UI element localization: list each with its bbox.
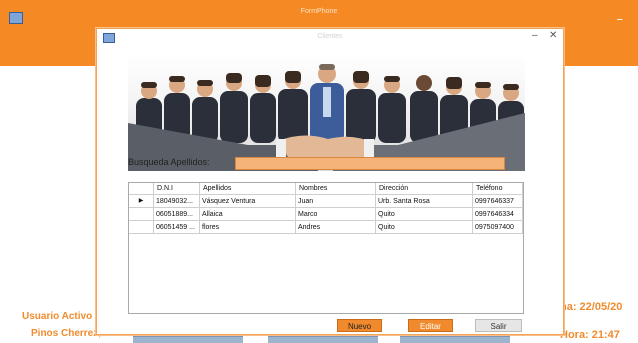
clientes-dialog: Clientes – ✕ Busqueda Apellidos: D.N.I A… (96, 28, 564, 335)
cell-telefono[interactable]: 0997646337 (473, 195, 523, 208)
column-header-nombres[interactable]: Nombres (296, 183, 376, 195)
dialog-title: Clientes (317, 33, 343, 40)
nuevo-button[interactable]: Nuevo (337, 319, 382, 332)
cell-apellidos[interactable]: Allaica (200, 208, 296, 221)
column-header-telefono[interactable]: Teléfono (473, 183, 523, 195)
banner-image (128, 53, 525, 171)
main-window-title: FormPhone (300, 8, 338, 15)
cell-telefono[interactable]: 0975097400 (473, 221, 523, 234)
row-selector-arrow-icon[interactable]: ▶ (129, 195, 154, 208)
search-label: Busqueda Apellidos: (128, 157, 210, 167)
cell-apellidos[interactable]: Vásquez Ventura (200, 195, 296, 208)
cell-dni[interactable]: 18049032... (154, 195, 200, 208)
row-header-corner (129, 183, 154, 195)
clientes-grid[interactable]: D.N.I Apellidos Nombres Dirección Teléfo… (128, 182, 524, 314)
minimize-icon[interactable]: – (532, 30, 538, 41)
cell-telefono[interactable]: 0997646334 (473, 208, 523, 221)
cell-direccion[interactable]: Quito (376, 208, 473, 221)
close-icon[interactable]: ✕ (549, 30, 557, 41)
cell-apellidos[interactable]: flores (200, 221, 296, 234)
column-header-apellidos[interactable]: Apellidos (200, 183, 296, 195)
app-icon (9, 12, 23, 24)
cell-dni[interactable]: 06051459 ... (154, 221, 200, 234)
active-user-name: Pinos Cherrez, (31, 328, 102, 339)
cell-nombres[interactable]: Juan (296, 195, 376, 208)
time-readout: Hora: 21:47 (560, 329, 620, 341)
row-selector[interactable] (129, 221, 154, 234)
cell-dni[interactable]: 06051889... (154, 208, 200, 221)
cell-nombres[interactable]: Andres (296, 221, 376, 234)
editar-button[interactable]: Editar (408, 319, 453, 332)
row-selector[interactable] (129, 208, 154, 221)
table-row[interactable]: 06051889... Allaica Marco Quito 09976463… (129, 208, 523, 221)
active-user-label: Usuario Activo (22, 311, 93, 322)
cell-direccion[interactable]: Urb. Santa Rosa (376, 195, 473, 208)
app-icon (103, 33, 115, 43)
column-header-direccion[interactable]: Dirección (376, 183, 473, 195)
date-readout: na: 22/05/20 (560, 301, 623, 313)
table-row[interactable]: 06051459 ... flores Andres Quito 0975097… (129, 221, 523, 234)
cell-direccion[interactable]: Quito (376, 221, 473, 234)
cell-nombres[interactable]: Marco (296, 208, 376, 221)
table-row[interactable]: ▶ 18049032... Vásquez Ventura Juan Urb. … (129, 195, 523, 208)
search-apellidos-input[interactable] (235, 157, 505, 170)
column-header-dni[interactable]: D.N.I (154, 183, 200, 195)
business-team-illustration (128, 64, 525, 171)
salir-button[interactable]: Salir (475, 319, 522, 332)
